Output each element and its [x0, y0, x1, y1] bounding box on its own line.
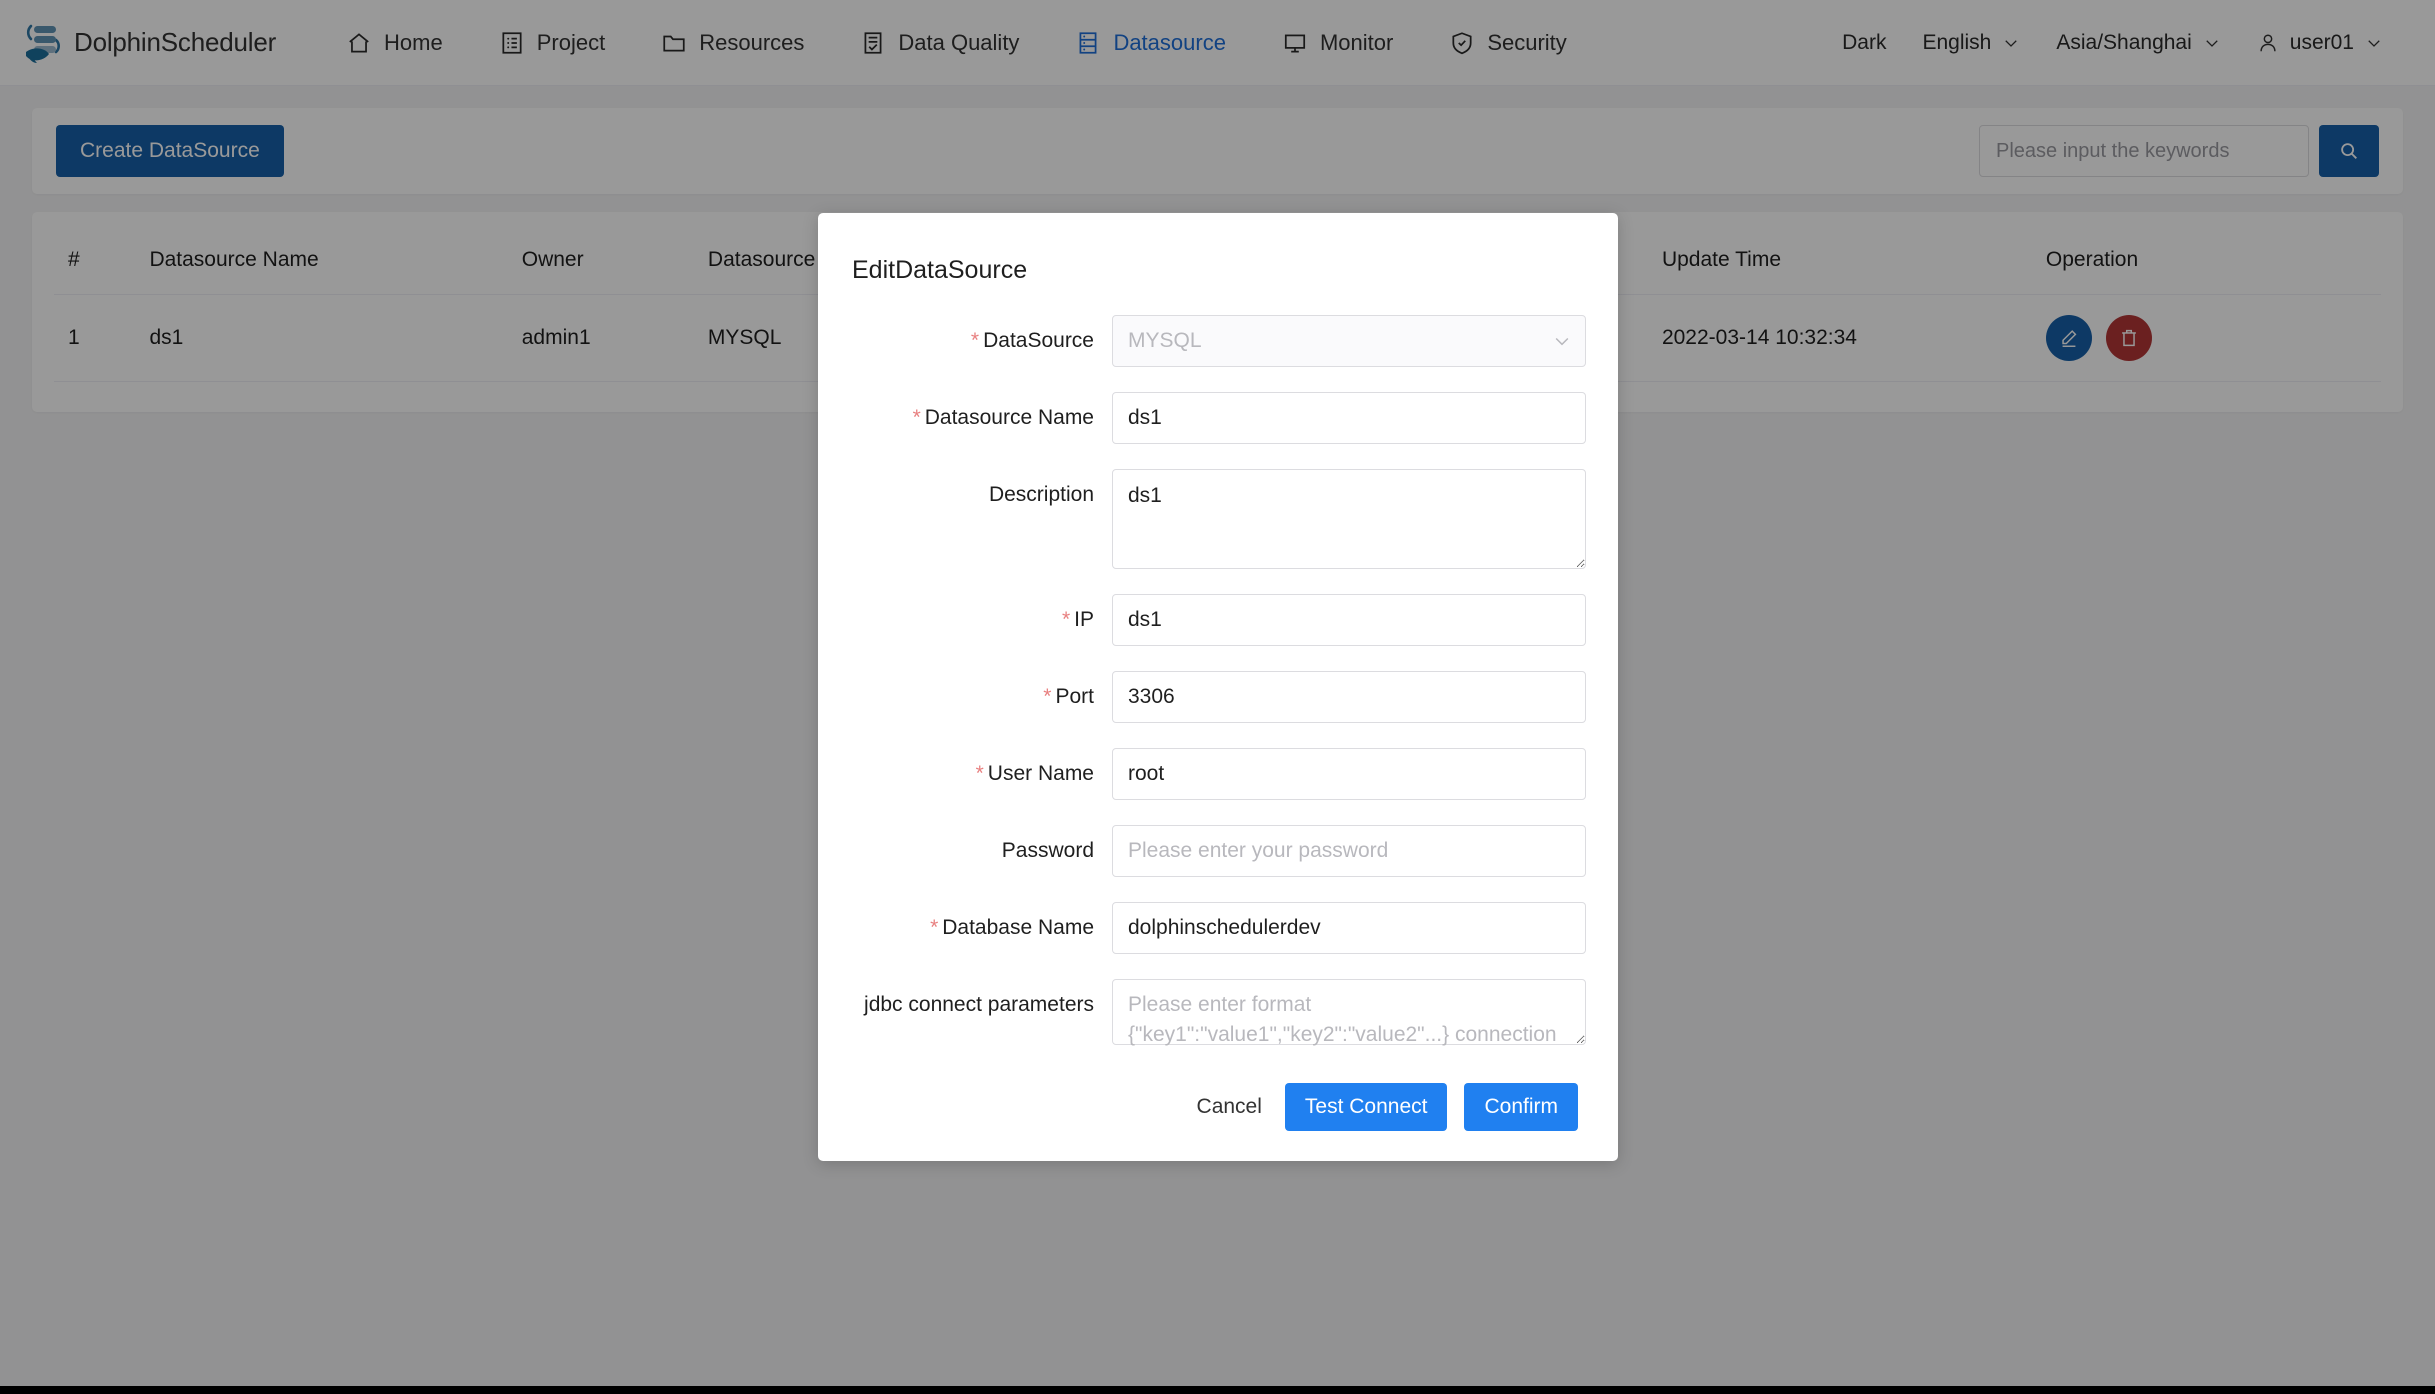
required-asterisk: * — [1043, 685, 1051, 708]
field-row-user-name: *User Name — [850, 748, 1586, 800]
label-description: Description — [850, 469, 1112, 521]
required-asterisk: * — [913, 406, 921, 429]
dialog-title: EditDataSource — [852, 256, 1586, 285]
field-row-password: Password — [850, 825, 1586, 877]
label-datasource: *DataSource — [850, 315, 1112, 367]
bottom-strip — [0, 1386, 2435, 1394]
database-name-input[interactable] — [1112, 902, 1586, 954]
dialog-footer: Cancel Test Connect Confirm — [850, 1083, 1586, 1131]
jdbc-params-textarea[interactable] — [1112, 979, 1586, 1045]
cancel-button[interactable]: Cancel — [1191, 1085, 1268, 1129]
label-user-name: *User Name — [850, 748, 1112, 800]
label-datasource-text: DataSource — [983, 329, 1094, 352]
password-input[interactable] — [1112, 825, 1586, 877]
label-ip-text: IP — [1074, 608, 1094, 631]
confirm-button[interactable]: Confirm — [1464, 1083, 1578, 1131]
label-password: Password — [850, 825, 1112, 877]
field-row-datasource: *DataSource — [850, 315, 1586, 367]
required-asterisk: * — [971, 329, 979, 352]
test-connect-button[interactable]: Test Connect — [1285, 1083, 1448, 1131]
required-asterisk: * — [976, 762, 984, 785]
required-asterisk: * — [930, 916, 938, 939]
field-row-port: *Port — [850, 671, 1586, 723]
label-user-name-text: User Name — [988, 762, 1094, 785]
datasource-select-wrap — [1112, 315, 1586, 367]
required-asterisk: * — [1062, 608, 1070, 631]
field-row-database-name: *Database Name — [850, 902, 1586, 954]
description-textarea[interactable]: ds1 — [1112, 469, 1586, 569]
port-input[interactable] — [1112, 671, 1586, 723]
ip-input[interactable] — [1112, 594, 1586, 646]
field-row-ip: *IP — [850, 594, 1586, 646]
label-ip: *IP — [850, 594, 1112, 646]
field-row-datasource-name: *Datasource Name — [850, 392, 1586, 444]
datasource-select — [1112, 315, 1586, 367]
label-datasource-name: *Datasource Name — [850, 392, 1112, 444]
label-datasource-name-text: Datasource Name — [925, 406, 1094, 429]
field-row-description: Description ds1 — [850, 469, 1586, 569]
label-port-text: Port — [1055, 685, 1094, 708]
field-row-jdbc-params: jdbc connect parameters Please enter for… — [850, 979, 1586, 1045]
edit-datasource-dialog: EditDataSource *DataSource *Datasource N… — [818, 213, 1618, 1161]
label-database-name: *Database Name — [850, 902, 1112, 954]
label-jdbc-params: jdbc connect parameters — [850, 979, 1112, 1031]
jdbc-params-wrap: Please enter format {"key1":"value1","ke… — [1112, 979, 1586, 1045]
user-name-input[interactable] — [1112, 748, 1586, 800]
label-port: *Port — [850, 671, 1112, 723]
datasource-name-input[interactable] — [1112, 392, 1586, 444]
label-database-name-text: Database Name — [942, 916, 1094, 939]
